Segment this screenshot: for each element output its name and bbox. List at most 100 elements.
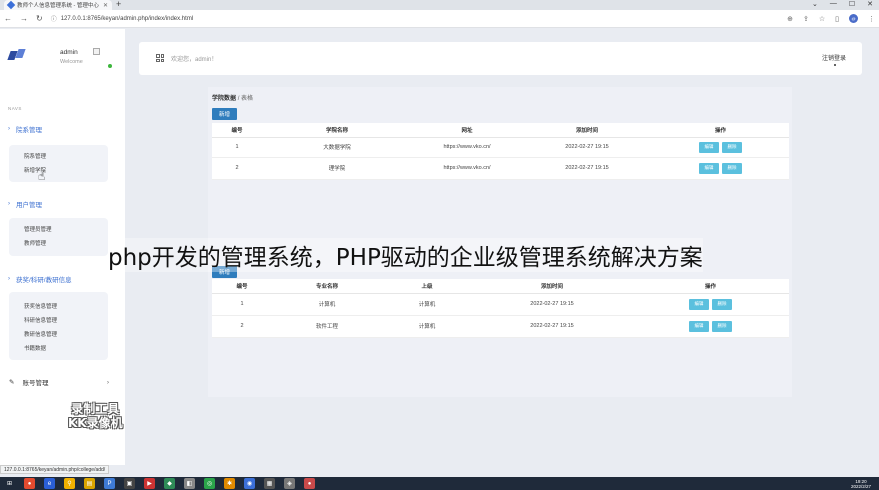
cell-time: 2022-02-27 19:15 xyxy=(472,315,632,338)
major-table: 编号 专业名称 上级 添加时间 操作 1 计算机 计算机 2022-02-27 … xyxy=(212,279,789,338)
top-header: 欢迎您，admin！ 注销登录 xyxy=(139,42,862,75)
new-tab-icon[interactable]: + xyxy=(116,0,121,9)
menu-title-label: 获奖/科研/教研信息 xyxy=(16,277,72,284)
maximize-icon[interactable]: ☐ xyxy=(849,0,855,8)
tab-title: 教师个人信息管理系统 - 管理中心 xyxy=(17,3,99,9)
grid-menu-icon[interactable] xyxy=(156,54,164,62)
sidebar-item-books[interactable]: 书籍数据 xyxy=(9,342,108,356)
reload-icon[interactable]: ↻ xyxy=(36,14,43,23)
bookmark-star-icon[interactable]: ☆ xyxy=(819,15,825,23)
minimize-icon[interactable]: — xyxy=(830,0,837,8)
delete-button[interactable]: 删除 xyxy=(712,320,732,332)
folder-icon[interactable]: ▤ xyxy=(84,478,95,489)
app-icon[interactable]: ▦ xyxy=(264,478,275,489)
delete-button[interactable]: 删除 xyxy=(722,162,742,174)
back-icon[interactable]: ← xyxy=(4,14,12,23)
sidebar-item-teaching[interactable]: 教研信息管理 xyxy=(9,328,108,342)
terminal-icon[interactable]: ▣ xyxy=(124,478,135,489)
app-icon[interactable]: ✱ xyxy=(224,478,235,489)
cell-time: 2022-02-27 19:15 xyxy=(522,157,652,180)
chevron-right-icon: › xyxy=(8,276,10,282)
table-row: 1 计算机 计算机 2022-02-27 19:15 编辑 删除 xyxy=(212,293,789,316)
sidebar-item-teacher-manage[interactable]: 教师管理 xyxy=(9,237,108,251)
cell-time: 2022-02-27 19:15 xyxy=(472,293,632,316)
browser-tab[interactable]: 教师个人信息管理系统 - 管理中心 ✕ xyxy=(4,0,112,10)
hand-cursor-icon: ☝ xyxy=(38,169,46,183)
menu-group-research: › 获奖/科研/教研信息 xyxy=(0,273,125,285)
app-icon[interactable]: ● xyxy=(24,478,35,489)
profile-avatar[interactable]: @ xyxy=(849,14,858,23)
watermark-line: KK录像机 xyxy=(68,416,123,430)
submenu-research: 获奖信息管理 科研信息管理 教研信息管理 书籍数据 xyxy=(9,292,108,360)
system-clock[interactable]: 19:20 2022/2/27 xyxy=(851,477,871,490)
zoom-icon[interactable]: ⊕ xyxy=(787,15,793,23)
forward-icon[interactable]: → xyxy=(20,14,28,23)
app-logo xyxy=(7,49,26,61)
cell-id: 2 xyxy=(212,157,262,180)
nav-header: NAVS xyxy=(8,106,22,111)
browser-menu-icon[interactable]: ⋮ xyxy=(868,15,875,23)
sidebar-item-admin-manage[interactable]: 管理员管理 xyxy=(9,223,108,237)
info-icon[interactable]: ⓘ xyxy=(51,14,57,23)
college-table: 编号 学院名称 网址 添加时间 操作 1 大数据学院 https://www.v… xyxy=(212,123,789,180)
col-header: 专业名称 xyxy=(272,279,382,294)
delete-button[interactable]: 删除 xyxy=(722,141,742,153)
col-header: 上级 xyxy=(382,279,472,294)
sidebar-item-add-college[interactable]: 新增学院 xyxy=(9,164,108,178)
start-icon[interactable]: ⊞ xyxy=(4,478,15,489)
edit-button[interactable]: 编辑 xyxy=(699,162,719,174)
app-icon[interactable]: ◈ xyxy=(284,478,295,489)
cell-url: https://www.vko.cn/ xyxy=(412,157,522,180)
online-status-icon xyxy=(108,64,112,68)
edit-button[interactable]: 编辑 xyxy=(689,298,709,310)
ie-icon[interactable]: e xyxy=(44,478,55,489)
breadcrumb-separator: / xyxy=(237,96,240,102)
app-icon[interactable]: ◧ xyxy=(184,478,195,489)
sidebar-item-award[interactable]: 获奖信息管理 xyxy=(9,300,108,314)
search-icon[interactable]: ⚲ xyxy=(64,478,75,489)
recorder-icon[interactable]: ● xyxy=(304,478,315,489)
site-favicon-icon xyxy=(6,0,16,10)
chevron-right-icon: › xyxy=(106,378,109,386)
col-header: 网址 xyxy=(412,123,522,138)
sidebar-toggle-icon[interactable]: ▯ xyxy=(835,15,839,23)
menu-account[interactable]: ✎ 账号管理 › xyxy=(0,376,125,388)
php-editor-icon[interactable]: P xyxy=(104,478,115,489)
admin-name: admin xyxy=(60,49,78,56)
close-window-icon[interactable]: ✕ xyxy=(867,0,873,8)
col-header: 编号 xyxy=(212,123,262,138)
close-tab-icon[interactable]: ✕ xyxy=(103,2,108,9)
window-controls: ⌄ — ☐ ✕ xyxy=(812,0,873,8)
menu-user[interactable]: › 用户管理 xyxy=(0,198,125,210)
media-icon[interactable]: ▶ xyxy=(144,478,155,489)
table-row: 2 理学院 https://www.vko.cn/ 2022-02-27 19:… xyxy=(212,157,789,180)
clock-date: 2022/2/27 xyxy=(850,483,871,489)
edit-button[interactable]: 编辑 xyxy=(689,320,709,332)
edit-button[interactable]: 编辑 xyxy=(699,141,719,153)
app-icon[interactable]: ◆ xyxy=(164,478,175,489)
logout-link[interactable]: 注销登录 xyxy=(822,53,846,62)
cell-name: 大数据学院 xyxy=(262,137,412,158)
chevron-right-icon: › xyxy=(8,126,10,132)
share-icon[interactable]: ⇪ xyxy=(803,15,809,23)
menu-group-account: ✎ 账号管理 › xyxy=(0,376,125,388)
breadcrumb: 学院数据 / 表格 xyxy=(212,93,253,102)
cell-id: 2 xyxy=(212,315,272,338)
cell-id: 1 xyxy=(212,293,272,316)
address-bar[interactable]: ⓘ 127.0.0.1:8765/keyan/admin.php/index/i… xyxy=(51,14,779,24)
chat-icon[interactable]: ◎ xyxy=(204,478,215,489)
sidebar-item-college-manage[interactable]: 院系管理 xyxy=(9,150,108,164)
chrome-icon[interactable]: ◉ xyxy=(244,478,255,489)
admin-welcome: Welcome xyxy=(60,59,83,65)
menu-college[interactable]: › 院系管理 xyxy=(0,123,125,135)
pencil-icon: ✎ xyxy=(9,379,15,386)
tab-search-icon[interactable]: ⌄ xyxy=(812,0,818,8)
browser-toolbar: ← → ↻ ⓘ 127.0.0.1:8765/keyan/admin.php/i… xyxy=(0,10,879,28)
col-header: 操作 xyxy=(632,279,789,294)
add-college-button[interactable]: 新增 xyxy=(212,108,237,120)
menu-research[interactable]: › 获奖/科研/教研信息 xyxy=(0,273,125,285)
admin-avatar xyxy=(93,48,100,55)
delete-button[interactable]: 删除 xyxy=(712,298,732,310)
breadcrumb-main: 学院数据 xyxy=(212,96,237,102)
sidebar-item-research[interactable]: 科研信息管理 xyxy=(9,314,108,328)
